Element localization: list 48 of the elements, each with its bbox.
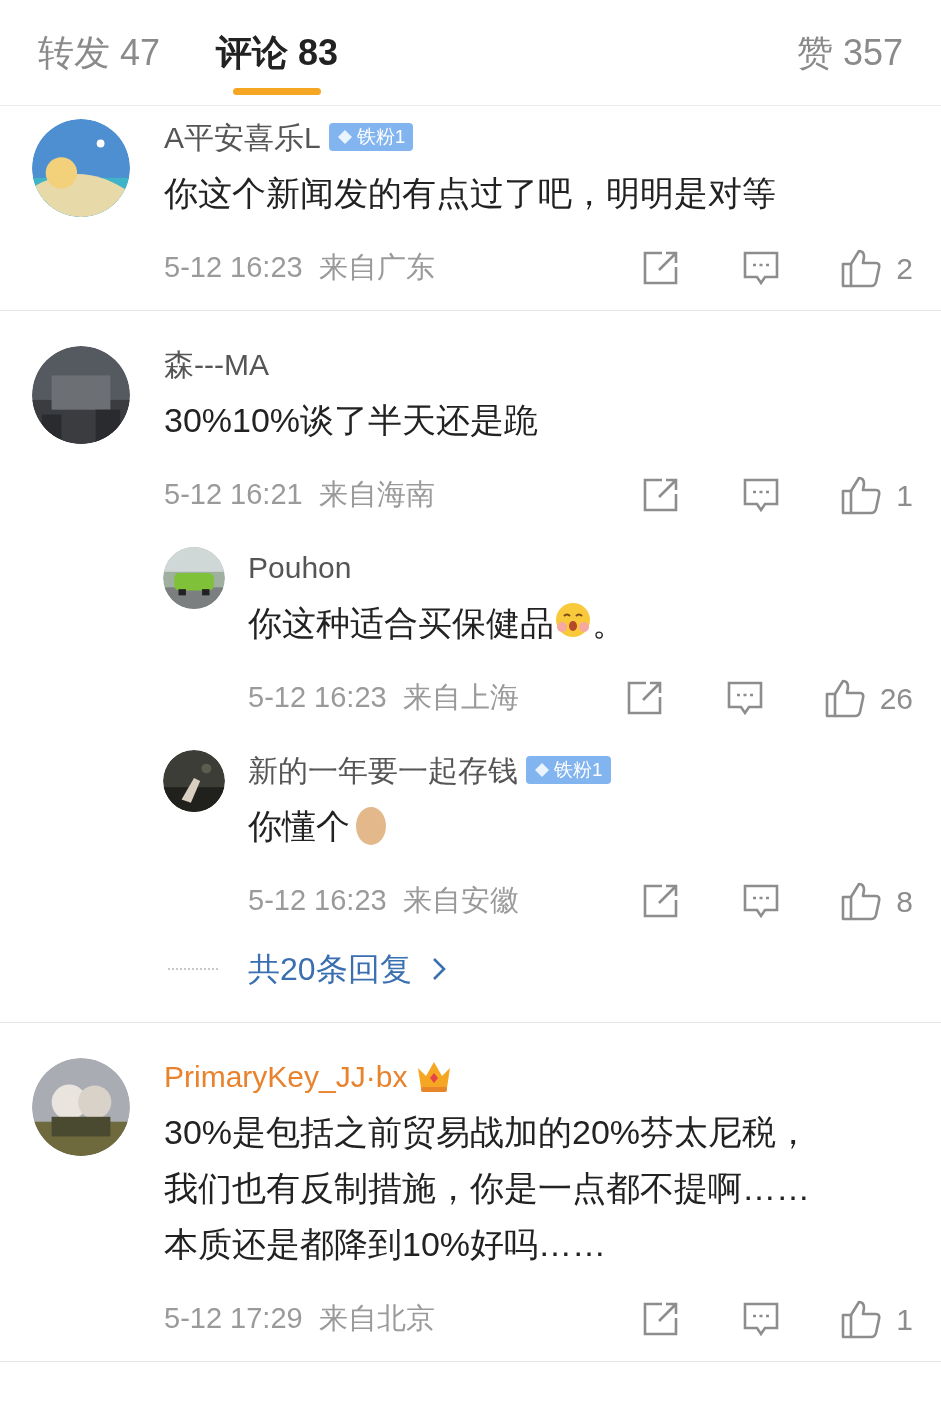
- comment-text: 你这个新闻发的有点过了吧，明明是对等: [164, 174, 776, 212]
- user-name[interactable]: A平安喜乐L: [164, 114, 321, 160]
- diamond-icon: [336, 129, 353, 145]
- comment-icon[interactable]: [742, 477, 781, 513]
- user-name[interactable]: 新的一年要一起存钱: [248, 747, 518, 793]
- like-count: 1: [896, 477, 913, 514]
- like-count: 1: [896, 1301, 913, 1338]
- more-replies-link[interactable]: 共20条回复: [248, 945, 412, 993]
- comment-location: 来自安徽: [402, 883, 519, 919]
- comment-text: 本质还是都降到10%好吗……: [164, 1225, 607, 1263]
- comment-icon[interactable]: [742, 883, 781, 919]
- comment-icon[interactable]: [725, 680, 764, 716]
- comment-location: 来自北京: [318, 1301, 435, 1337]
- comment-time: 5-12 16:21: [164, 477, 303, 513]
- user-name[interactable]: Pouhon: [248, 544, 352, 590]
- share-icon[interactable]: [625, 680, 664, 716]
- comment-text: 你懂个: [248, 807, 350, 845]
- fan-badge: 铁粉1: [526, 756, 611, 784]
- user-name[interactable]: 森---MA: [164, 341, 269, 387]
- comment-text: 我们也有反制措施，你是一点都不提啊……: [164, 1169, 810, 1207]
- comment-icon[interactable]: [742, 250, 781, 286]
- like-count: 26: [879, 680, 913, 717]
- like-count: 8: [896, 883, 913, 920]
- comment-time: 5-12 16:23: [248, 883, 387, 919]
- comment-location: 来自广东: [318, 250, 435, 286]
- comment-time: 5-12 17:29: [164, 1301, 303, 1337]
- comment-location: 来自海南: [318, 477, 435, 513]
- thumbs-up-icon[interactable]: [840, 881, 883, 921]
- diamond-icon: [534, 762, 550, 778]
- tab[interactable]: 评论 83: [216, 26, 339, 74]
- thumbs-up-icon[interactable]: [823, 678, 866, 718]
- chevron-right-icon: [431, 957, 446, 981]
- comment-text: 。: [592, 604, 626, 642]
- like-count: 2: [896, 250, 913, 287]
- comment-icon[interactable]: [742, 1301, 781, 1337]
- thumbs-up-icon[interactable]: [840, 1299, 883, 1339]
- thumbs-up-icon[interactable]: [840, 248, 883, 288]
- comment-location: 来自上海: [402, 680, 519, 716]
- blushing-face-icon: [554, 601, 592, 639]
- comment-time: 5-12 16:23: [248, 680, 387, 716]
- comment-text: 30%10%谈了半天还是跪: [164, 401, 539, 439]
- fan-badge: 铁粉1: [328, 123, 414, 151]
- dotted-line: [168, 968, 218, 970]
- thumbs-up-icon[interactable]: [840, 475, 883, 515]
- egg-icon: [354, 804, 388, 846]
- comment-text: 你这种适合买保健品: [248, 604, 554, 642]
- comment-text: 30%是包括之前贸易战加的20%芬太尼税，: [164, 1113, 811, 1151]
- comment-time: 5-12 16:23: [164, 250, 303, 286]
